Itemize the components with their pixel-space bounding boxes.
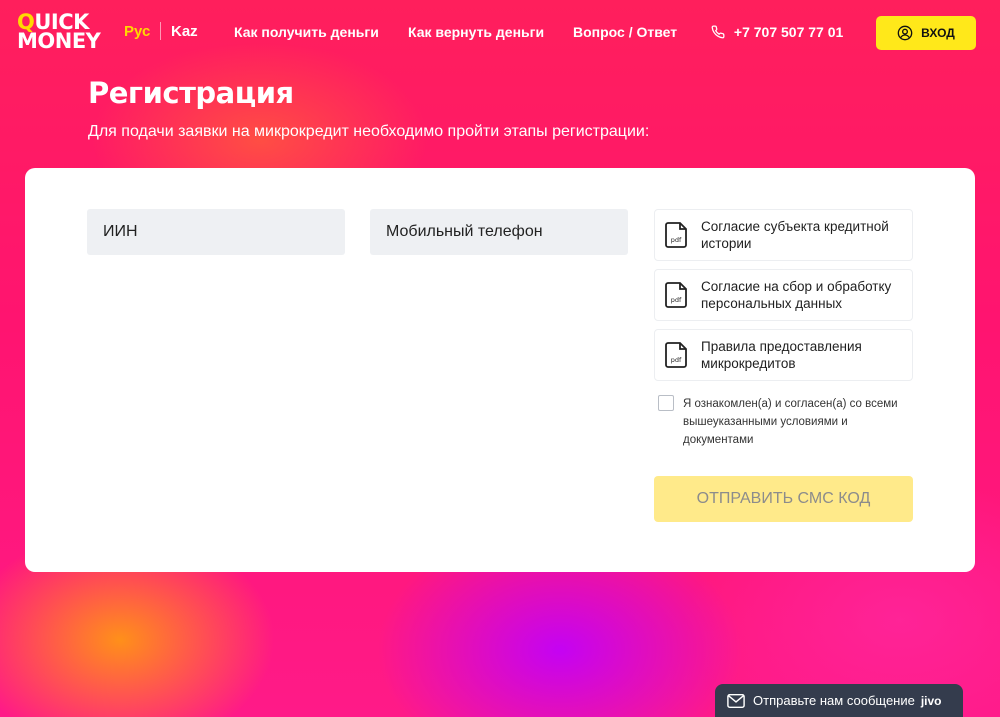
phone-icon — [711, 25, 725, 39]
login-label: ВХОД — [921, 26, 955, 40]
doc-label: Согласие на сбор и обработку персональны… — [701, 279, 892, 311]
user-circle-icon — [897, 25, 913, 41]
svg-text:pdf: pdf — [671, 236, 682, 244]
doc-label: Согласие субъекта кредитной истории — [701, 219, 889, 251]
nav-how-to-get[interactable]: Как получить деньги — [234, 24, 379, 40]
phone-link[interactable]: +7 707 507 77 01 — [711, 24, 843, 40]
agree-label: Я ознакомлен(а) и согласен(а) со всеми в… — [683, 398, 898, 446]
agree-checkbox[interactable] — [658, 395, 674, 411]
registration-card: pdf Согласие субъекта кредитной истории … — [25, 168, 975, 572]
pdf-icon: pdf — [665, 222, 687, 248]
doc-microcredit-rules[interactable]: pdf Правила предоставления микрокредитов — [654, 329, 913, 381]
quickmoney-logo[interactable]: QUICK MONEY — [17, 12, 101, 53]
nav-faq[interactable]: Вопрос / Ответ — [573, 24, 677, 40]
site-header: QUICK MONEY Рус Kaz Как получить деньги … — [0, 0, 1000, 66]
jivo-logo: jivo — [920, 693, 942, 708]
doc-label: Правила предоставления микрокредитов — [701, 339, 862, 371]
phone-number: +7 707 507 77 01 — [733, 24, 844, 40]
lang-ru-link[interactable]: Рус — [124, 23, 150, 40]
chat-label: Отправьте нам сообщение — [753, 693, 915, 708]
mobile-phone-input[interactable] — [370, 209, 628, 255]
page-title: Регистрация — [88, 76, 294, 110]
login-button[interactable]: ВХОД — [876, 16, 976, 50]
chat-widget[interactable]: Отправьте нам сообщение jivo — [715, 684, 963, 717]
svg-text:pdf: pdf — [671, 296, 682, 304]
pdf-icon: pdf — [665, 342, 687, 368]
doc-personal-data-consent[interactable]: pdf Согласие на сбор и обработку персона… — [654, 269, 913, 321]
logo-line2: MONEY — [17, 29, 101, 53]
send-sms-code-button[interactable]: ОТПРАВИТЬ СМС КОД — [654, 476, 913, 522]
doc-credit-history-consent[interactable]: pdf Согласие субъекта кредитной истории — [654, 209, 913, 261]
lang-kz-link[interactable]: Kaz — [171, 23, 198, 40]
pdf-icon: pdf — [665, 282, 687, 308]
iin-input[interactable] — [87, 209, 345, 255]
nav-how-to-return[interactable]: Как вернуть деньги — [408, 24, 544, 40]
page-subtitle: Для подачи заявки на микрокредит необход… — [88, 123, 650, 140]
lang-divider — [160, 22, 161, 40]
agree-terms: Я ознакомлен(а) и согласен(а) со всеми в… — [658, 395, 913, 449]
svg-text:pdf: pdf — [671, 356, 682, 364]
message-icon — [727, 693, 745, 708]
